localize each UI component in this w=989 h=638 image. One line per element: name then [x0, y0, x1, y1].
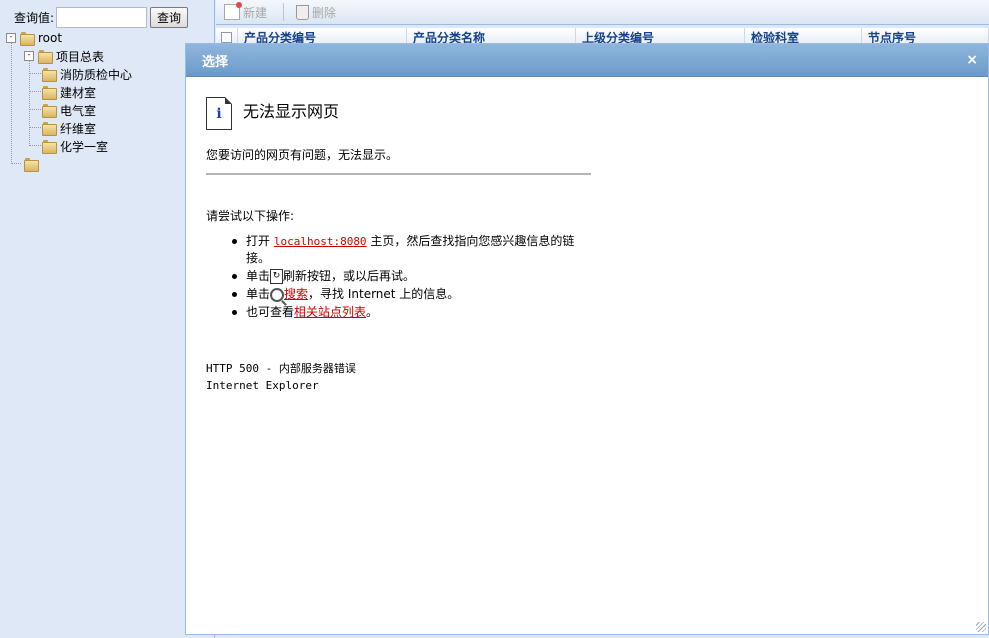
tree-node-root[interactable]: - root: [6, 29, 62, 47]
folder-icon: [38, 49, 53, 64]
refresh-icon: ↻: [270, 269, 284, 284]
toolbar: 新建 删除: [216, 0, 989, 25]
error-title: 无法显示网页: [243, 102, 340, 121]
bullet-text: 打开: [246, 234, 271, 248]
tree-node-child[interactable]: 电气室: [42, 101, 96, 119]
info-icon: i: [206, 97, 232, 130]
folder-icon: [42, 67, 57, 82]
tree-label: 建材室: [60, 85, 97, 100]
divider: [206, 173, 591, 175]
bullet-text: 刷新按钮，或以后再试。: [283, 269, 416, 283]
dialog-body: i 无法显示网页 您要访问的网页有问题，无法显示。 请尝试以下操作: 打开 lo…: [186, 77, 988, 634]
delete-button-label: 删除: [312, 5, 337, 20]
dialog-header[interactable]: 选择 ×: [186, 44, 988, 77]
tree-label: 消防质检中心: [60, 67, 133, 82]
bullet-text: 单击: [246, 287, 271, 301]
tree-node-empty[interactable]: [24, 155, 42, 173]
folder-icon: [42, 85, 57, 100]
bullet-text: 。: [366, 305, 379, 319]
folder-icon: [20, 31, 35, 46]
search-button[interactable]: 查询: [150, 6, 189, 28]
http-status: HTTP 500 - 内部服务器错误 Internet Explorer: [206, 360, 356, 394]
tree-label: 化学一室: [60, 139, 109, 154]
error-subtitle: 您要访问的网页有问题，无法显示。: [206, 148, 399, 162]
localhost-link[interactable]: localhost:8080: [274, 235, 367, 248]
new-button[interactable]: 新建: [224, 2, 268, 21]
close-icon[interactable]: ×: [966, 52, 978, 68]
tree-label: 电气室: [60, 103, 97, 118]
related-sites-link[interactable]: 相关站点列表: [294, 305, 366, 319]
suggestion-list: 打开 localhost:8080 主页，然后查找指向您感兴趣信息的链接。 单击…: [232, 233, 582, 322]
search-label: 查询值:: [14, 10, 55, 25]
folder-icon: [42, 121, 57, 136]
new-document-icon: [224, 2, 242, 20]
tree-node-child[interactable]: 建材室: [42, 83, 96, 101]
folder-icon: [24, 157, 39, 172]
tree-label: root: [38, 31, 63, 45]
status-line: HTTP 500 - 内部服务器错误: [206, 362, 356, 375]
tree-node-child[interactable]: 纤维室: [42, 119, 96, 137]
list-item: 单击 搜索，寻找 Internet 上的信息。: [232, 286, 582, 303]
toolbar-separator: [283, 3, 285, 21]
dialog-title: 选择: [202, 54, 229, 70]
search-link[interactable]: 搜索: [284, 287, 308, 301]
tree-label: 项目总表: [56, 49, 105, 64]
folder-icon: [42, 103, 57, 118]
tree-label: 纤维室: [60, 121, 97, 136]
folder-icon: [42, 139, 57, 154]
browser-line: Internet Explorer: [206, 379, 319, 392]
new-button-label: 新建: [243, 5, 268, 20]
try-text: 请尝试以下操作:: [206, 209, 295, 223]
search-icon: [270, 287, 285, 302]
select-dialog: 选择 × i 无法显示网页 您要访问的网页有问题，无法显示。 请尝试以下操作: …: [185, 43, 989, 635]
list-item: 单击 ↻ 刷新按钮，或以后再试。: [232, 268, 582, 285]
collapse-toggle-icon[interactable]: -: [6, 33, 16, 43]
collapse-toggle-icon[interactable]: -: [24, 51, 34, 61]
tree-node-group[interactable]: - 项目总表: [24, 47, 104, 65]
list-item: 也可查看相关站点列表。: [232, 304, 582, 321]
search-input[interactable]: [56, 6, 148, 28]
list-item: 打开 localhost:8080 主页，然后查找指向您感兴趣信息的链接。: [232, 233, 582, 267]
search-row: 查询值: 查询: [14, 6, 189, 28]
delete-button[interactable]: 删除: [296, 4, 336, 21]
bullet-text: 单击: [246, 269, 271, 283]
resize-handle[interactable]: [976, 622, 986, 632]
trash-icon: [296, 4, 310, 20]
bullet-text: ，寻找 Internet 上的信息。: [308, 287, 460, 301]
tree-node-child[interactable]: 消防质检中心: [42, 65, 132, 83]
tree-node-child[interactable]: 化学一室: [42, 137, 108, 155]
bullet-text: 也可查看: [246, 305, 295, 319]
left-panel: 查询值: 查询 - root - 项目总表 消防质检中心 建材室 电气室 纤维室…: [0, 0, 215, 638]
